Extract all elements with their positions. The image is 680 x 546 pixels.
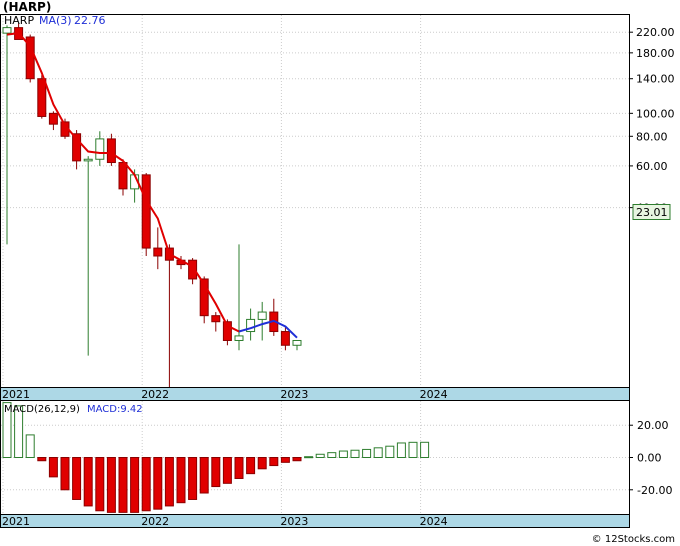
legend-ma-label: MA(3) [39, 14, 72, 27]
price-x-tick-label: 2024 [420, 388, 448, 401]
candle-body [118, 162, 128, 190]
price-y-tick-label: 60.00 [636, 160, 668, 173]
macd-bar [327, 452, 337, 458]
macd-x-axis-band [0, 514, 630, 528]
price-y-tick-label: 180.00 [636, 47, 675, 60]
macd-bar [211, 457, 221, 488]
macd-bar [153, 457, 163, 510]
macd-bar [37, 457, 47, 462]
macd-bar [396, 442, 406, 459]
macd-params: MACD(26,12,9) [4, 404, 80, 415]
macd-bar [60, 457, 70, 491]
price-x-tick-label: 2022 [141, 388, 169, 401]
candle-body [95, 138, 105, 160]
macd-bar [373, 447, 383, 459]
chart-title: (HARP) [3, 0, 51, 14]
macd-bar [164, 457, 174, 507]
macd-y-axis: 20.00 0.00 -20.00 [629, 419, 672, 497]
stock-chart: (HARP) 220.00 180.00 140.00 100.00 80.00 60.0… [0, 0, 675, 545]
candle-body [234, 335, 244, 341]
candle-body [292, 339, 302, 346]
macd-bar [176, 457, 186, 504]
macd-y-tick-label: 20.00 [637, 419, 669, 432]
macd-bar [362, 448, 372, 458]
price-x-tick-label: 2021 [2, 388, 30, 401]
macd-bar [385, 445, 395, 459]
candle-body [280, 331, 290, 346]
macd-bar [315, 453, 325, 458]
macd-value: MACD:9.42 [87, 404, 143, 415]
price-legend: HARP MA(3) 22.76 [4, 14, 106, 27]
price-panel [0, 14, 630, 388]
macd-bar [106, 457, 116, 513]
candle-body [48, 112, 58, 125]
macd-bar [130, 457, 140, 513]
macd-bar [292, 457, 302, 462]
candle-body [37, 78, 47, 117]
macd-bar [199, 457, 209, 494]
legend-ma-value: 22.76 [74, 14, 106, 27]
macd-y-tick-label: 0.00 [637, 452, 662, 465]
macd-bar [72, 457, 82, 500]
macd-bar [222, 457, 232, 484]
price-y-axis: 220.00180.00140.00100.0080.0060.0040.00 [629, 26, 675, 215]
candle-body [83, 158, 93, 162]
current-price-tag: 23.01 [632, 204, 671, 220]
candle-body [2, 27, 12, 34]
current-price-value: 23.01 [636, 206, 668, 219]
macd-bar [141, 457, 151, 512]
macd-bar [246, 457, 256, 475]
macd-bar [280, 457, 290, 463]
candle-body [141, 174, 151, 249]
macd-bar [234, 457, 244, 479]
macd-bar [269, 457, 279, 467]
macd-bar [420, 441, 430, 458]
macd-bar [350, 449, 360, 459]
macd-bar [25, 434, 35, 458]
candle-body [211, 315, 221, 323]
copyright-text: © 12Stocks.com [592, 534, 675, 545]
price-x-axis-band [0, 387, 630, 401]
macd-bar [188, 457, 198, 500]
legend-ticker: HARP [4, 14, 34, 27]
macd-bar [304, 456, 314, 459]
price-y-tick-label: 220.00 [636, 26, 675, 39]
price-y-tick-label: 140.00 [636, 73, 675, 86]
macd-bar [408, 441, 418, 458]
macd-bar [95, 457, 105, 512]
candle-body [106, 138, 116, 164]
price-y-tick-label: 80.00 [636, 130, 668, 143]
macd-x-tick-label: 2023 [280, 515, 308, 528]
price-y-tick-label: 100.00 [636, 107, 675, 120]
macd-bar [257, 457, 267, 470]
price-x-tick-label: 2023 [280, 388, 308, 401]
macd-x-tick-label: 2024 [420, 515, 448, 528]
macd-bar [338, 450, 348, 458]
macd-x-tick-label: 2022 [141, 515, 169, 528]
macd-bar [83, 457, 93, 507]
macd-x-tick-label: 2021 [2, 515, 30, 528]
candle-body [153, 247, 163, 257]
macd-legend: MACD(26,12,9) MACD:9.42 [4, 404, 143, 415]
candle-body [257, 311, 267, 320]
macd-bar [48, 457, 58, 478]
macd-y-tick-label: -20.00 [637, 484, 672, 497]
macd-bar [118, 457, 128, 513]
